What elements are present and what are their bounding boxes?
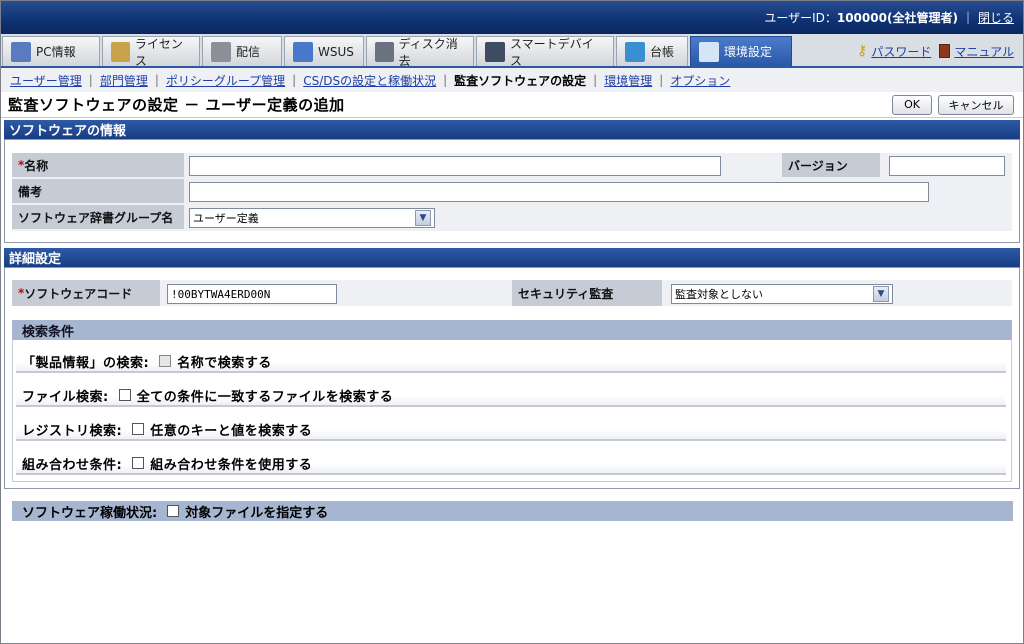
combination-criteria-checkbox[interactable] <box>132 457 145 469</box>
manual-book-icon <box>939 44 951 58</box>
file-search-row: ファイル検索: 全ての条件に一致するファイルを検索する <box>16 385 1006 407</box>
software-info-header: ソフトウェアの情報 <box>4 120 1020 139</box>
top-header-bar: ユーザーID：100000(全社管理者) | 閉じる <box>0 0 1024 34</box>
tab-wsus[interactable]: WSUS <box>284 36 364 66</box>
key-icon: ⚷ <box>857 43 868 59</box>
combination-criteria-row: 組み合わせ条件: 組み合わせ条件を使用する <box>16 453 1006 475</box>
tab-disk-erase[interactable]: ディスク消去 <box>366 36 474 68</box>
tab-ledger[interactable]: 台帳 <box>616 36 688 66</box>
file-search-checkbox[interactable] <box>118 389 131 401</box>
subnav-cs-ds-settings[interactable]: CS/DSの設定と稼働状況 <box>303 72 436 89</box>
version-input[interactable] <box>889 156 1005 176</box>
sub-navigation: ユーザー管理 | 部門管理 | ポリシーグループ管理 | CS/DSの設定と稼働状況 |… <box>0 68 1024 92</box>
pc-icon <box>11 41 31 62</box>
note-input[interactable] <box>189 182 929 202</box>
distribution-icon <box>211 41 231 62</box>
name-input[interactable] <box>189 156 721 176</box>
software-code-input[interactable]: !00BYTWA4ERD00N <box>167 284 337 304</box>
dictionary-group-select[interactable]: ユーザー定義 ▼ <box>189 208 435 228</box>
operation-target-checkbox[interactable] <box>167 505 180 517</box>
note-label: 備考 <box>12 179 184 203</box>
dictionary-group-label: ソフトウェア辞書グループ名 <box>12 205 184 229</box>
subnav-environment-management[interactable]: 環境管理 <box>604 72 652 89</box>
detail-settings-header: 詳細設定 <box>4 248 1020 267</box>
chevron-down-icon: ▼ <box>873 286 889 302</box>
product-info-search-row: 「製品情報」の検索: 名称で検索する <box>16 351 1006 373</box>
security-audit-select[interactable]: 監査対象としない ▼ <box>671 284 893 304</box>
registry-search-row: レジストリ検索: 任意のキーと値を検索する <box>16 419 1006 441</box>
subnav-user-management[interactable]: ユーザー管理 <box>10 72 82 89</box>
registry-search-checkbox[interactable] <box>132 423 145 435</box>
top-links: ⚷ パスワード マニュアル <box>857 36 1024 66</box>
software-info-panel: * 名称 バージョン 備考 ソフトウェア辞書グループ名 ユーザー定義 ▼ <box>4 139 1020 243</box>
wsus-icon <box>293 41 313 62</box>
tab-distribution[interactable]: 配信 <box>202 36 282 66</box>
license-icon <box>111 41 130 62</box>
subnav-policy-group-management[interactable]: ポリシーグループ管理 <box>166 72 285 89</box>
subnav-audit-software-current: 監査ソフトウェアの設定 <box>454 73 587 88</box>
tab-smart-device[interactable]: スマートデバイス <box>476 36 614 68</box>
manual-link[interactable]: マニュアル <box>954 43 1014 60</box>
page-title-row: 監査ソフトウェアの設定 － ユーザー定義の追加 OK キャンセル <box>0 92 1024 118</box>
smartphone-icon <box>485 41 505 62</box>
main-tab-bar: PC情報 ライセンス 配信 WSUS ディスク消去 スマートデバイス 台帳 環境… <box>0 34 1024 68</box>
name-label: * 名称 <box>12 153 184 177</box>
security-audit-label: セキュリティ監査 <box>512 280 662 306</box>
operation-status-row: ソフトウェア稼働状況: 対象ファイルを指定する <box>12 501 1013 521</box>
settings-tools-icon <box>699 41 719 62</box>
tab-license[interactable]: ライセンス <box>102 36 200 68</box>
search-criteria-header: 検索条件 <box>12 320 1012 340</box>
user-id-label: ユーザーID：100000(全社管理者) <box>764 10 958 25</box>
chevron-down-icon: ▼ <box>415 210 431 226</box>
tab-environment-settings[interactable]: 環境設定 <box>690 36 792 66</box>
close-link[interactable]: 閉じる <box>978 9 1014 26</box>
page-title: 監査ソフトウェアの設定 － ユーザー定義の追加 <box>8 96 345 114</box>
disk-erase-icon <box>375 41 394 62</box>
search-by-name-checkbox[interactable] <box>159 355 172 367</box>
cancel-button[interactable]: キャンセル <box>938 94 1014 115</box>
ledger-icon <box>625 41 645 62</box>
subnav-department-management[interactable]: 部門管理 <box>100 72 148 89</box>
version-label: バージョン <box>782 153 880 177</box>
ok-button[interactable]: OK <box>892 94 932 115</box>
software-code-label: * ソフトウェアコード <box>12 280 160 306</box>
password-link[interactable]: パスワード <box>871 43 931 60</box>
tab-pc-info[interactable]: PC情報 <box>2 36 100 66</box>
subnav-options[interactable]: オプション <box>670 72 730 89</box>
header-separator: | <box>965 10 970 24</box>
